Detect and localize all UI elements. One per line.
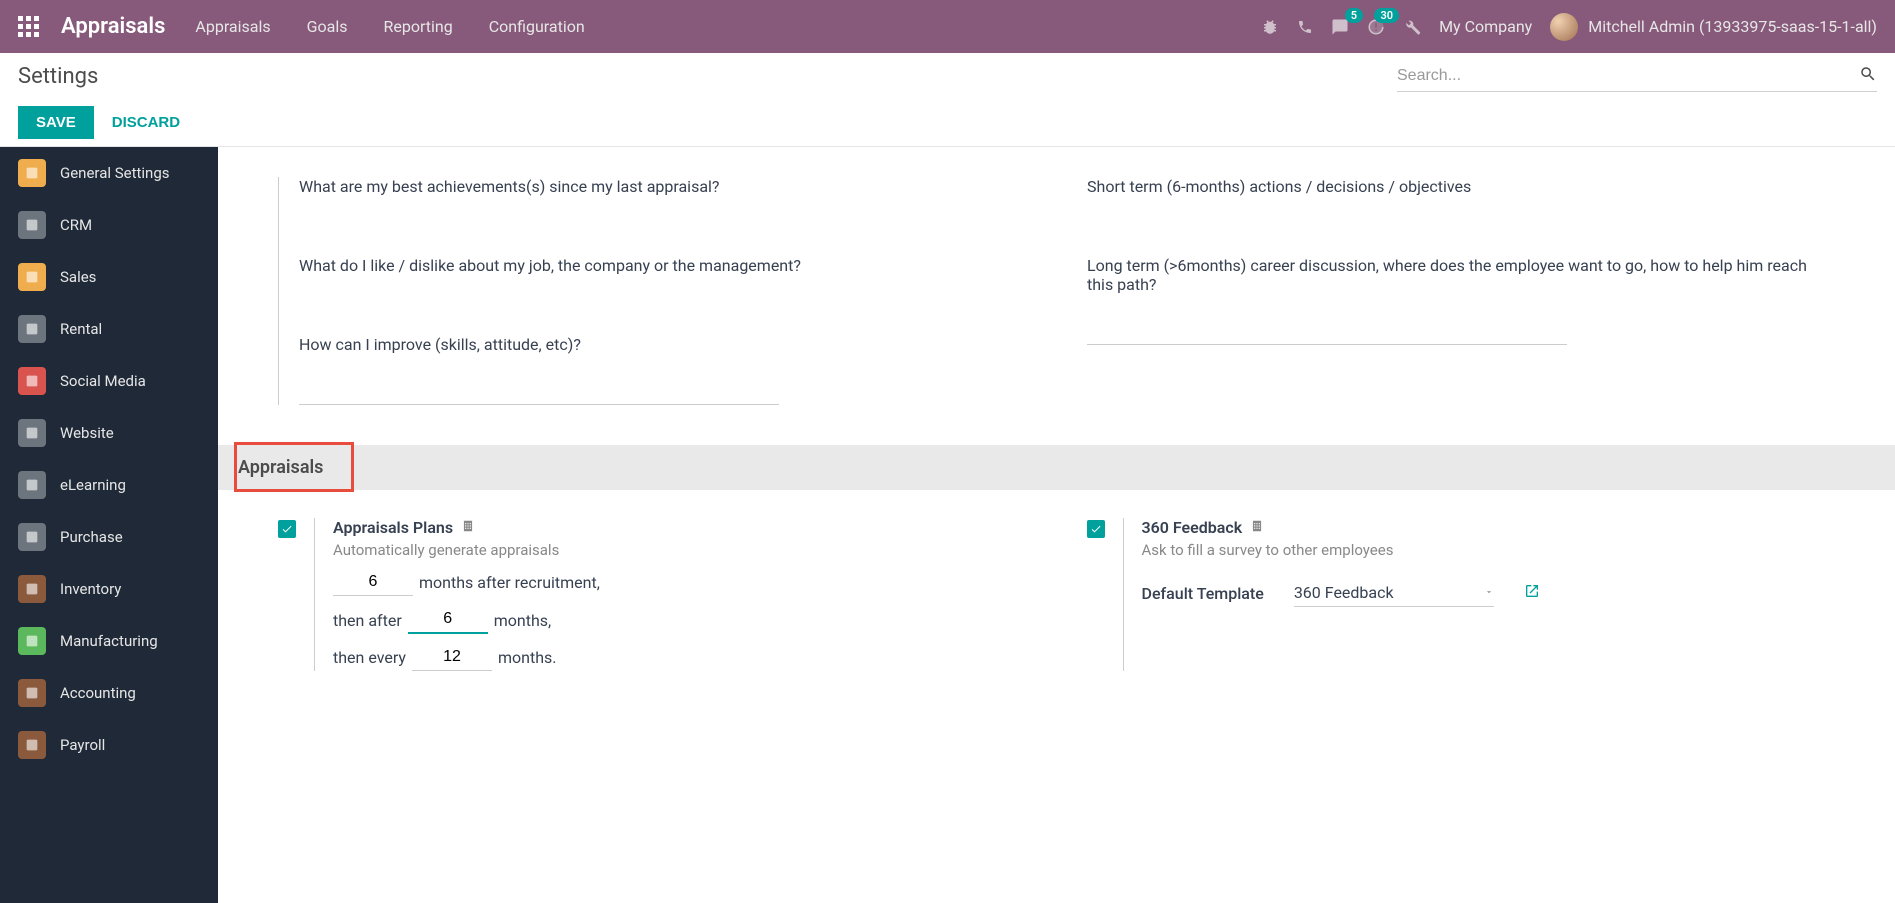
phone-icon[interactable]	[1297, 19, 1313, 35]
sidebar-item-label: Rental	[60, 320, 102, 338]
sidebar-item-general-settings[interactable]: General Settings	[0, 147, 218, 199]
template-label: Default Template	[1142, 584, 1264, 603]
apps-icon[interactable]	[18, 16, 39, 37]
user-name: Mitchell Admin (13933975-saas-15-1-all)	[1588, 17, 1877, 36]
activity-icon[interactable]: 30	[1367, 18, 1385, 36]
question-q1: What are my best achievements(s) since m…	[299, 177, 1047, 196]
sidebar-item-label: eLearning	[60, 476, 126, 494]
bug-icon[interactable]	[1261, 18, 1279, 36]
sidebar-icon	[18, 263, 46, 291]
activity-badge: 30	[1374, 8, 1399, 23]
page-title: Settings	[18, 64, 98, 89]
user-menu[interactable]: Mitchell Admin (13933975-saas-15-1-all)	[1550, 13, 1877, 41]
appraisals-plans-checkbox[interactable]	[278, 520, 296, 538]
brand: Appraisals	[61, 14, 165, 39]
sidebar-item-website[interactable]: Website	[0, 407, 218, 459]
nav-appraisals[interactable]: Appraisals	[195, 17, 270, 36]
sidebar-icon	[18, 679, 46, 707]
sidebar-item-accounting[interactable]: Accounting	[0, 667, 218, 719]
company-name[interactable]: My Company	[1439, 17, 1532, 36]
sidebar-item-elearning[interactable]: eLearning	[0, 459, 218, 511]
sidebar-icon	[18, 159, 46, 187]
tools-icon[interactable]	[1403, 18, 1421, 36]
sidebar-icon	[18, 523, 46, 551]
section-title: Appraisals	[238, 457, 1875, 478]
sidebar-item-label: Manufacturing	[60, 632, 158, 650]
plan-txt1: months after recruitment,	[419, 573, 600, 592]
sidebar-item-label: Payroll	[60, 736, 105, 754]
avatar	[1550, 13, 1578, 41]
sidebar-icon	[18, 627, 46, 655]
feedback-checkbox[interactable]	[1087, 520, 1105, 538]
template-select[interactable]: 360 Feedback	[1294, 579, 1494, 607]
appraisals-plans-title: Appraisals Plans	[333, 518, 453, 537]
discard-button[interactable]: DISCARD	[112, 114, 180, 131]
sidebar-item-label: Accounting	[60, 684, 136, 702]
question-q4: Long term (>6months) career discussion, …	[1087, 256, 1835, 294]
sidebar-item-crm[interactable]: CRM	[0, 199, 218, 251]
plan-num3-input[interactable]	[412, 644, 492, 671]
sidebar-icon	[18, 471, 46, 499]
building-icon	[1250, 518, 1264, 537]
sidebar-item-purchase[interactable]: Purchase	[0, 511, 218, 563]
feedback-desc: Ask to fill a survey to other employees	[1142, 541, 1836, 559]
sidebar-item-label: Sales	[60, 268, 96, 286]
messages-icon[interactable]: 5	[1331, 18, 1349, 36]
template-value: 360 Feedback	[1294, 583, 1476, 602]
appraisals-plans-desc: Automatically generate appraisals	[333, 541, 1027, 559]
sidebar-item-sales[interactable]: Sales	[0, 251, 218, 303]
plan-num2-input[interactable]	[408, 606, 488, 634]
building-icon	[461, 518, 475, 537]
sidebar-item-manufacturing[interactable]: Manufacturing	[0, 615, 218, 667]
question-q3: What do I like / dislike about my job, t…	[299, 256, 1047, 275]
nav-configuration[interactable]: Configuration	[489, 17, 585, 36]
plan-txt2a: then after	[333, 611, 402, 630]
sidebar-icon	[18, 731, 46, 759]
search-icon[interactable]	[1859, 65, 1877, 87]
messages-badge: 5	[1345, 8, 1363, 23]
sidebar-icon	[18, 315, 46, 343]
question-q5: How can I improve (skills, attitude, etc…	[299, 335, 1047, 354]
sidebar-icon	[18, 367, 46, 395]
nav-goals[interactable]: Goals	[307, 17, 348, 36]
sidebar-icon	[18, 575, 46, 603]
plan-num1-input[interactable]	[333, 569, 413, 596]
chevron-down-icon	[1484, 585, 1494, 601]
external-link-icon[interactable]	[1524, 583, 1540, 603]
sidebar-item-inventory[interactable]: Inventory	[0, 563, 218, 615]
sidebar-item-payroll[interactable]: Payroll	[0, 719, 218, 771]
plan-txt2b: months,	[494, 611, 551, 630]
sidebar-item-label: Purchase	[60, 528, 123, 546]
sidebar-icon	[18, 419, 46, 447]
question-q2: Short term (6-months) actions / decision…	[1087, 177, 1835, 196]
sidebar-item-label: CRM	[60, 216, 92, 234]
save-button[interactable]: SAVE	[18, 106, 94, 139]
sidebar-item-label: Inventory	[60, 580, 121, 598]
sidebar-item-label: General Settings	[60, 164, 170, 182]
plan-txt3b: months.	[498, 648, 557, 667]
sidebar-item-rental[interactable]: Rental	[0, 303, 218, 355]
search-input[interactable]	[1397, 61, 1859, 91]
plan-txt3a: then every	[333, 648, 406, 667]
sidebar-item-label: Website	[60, 424, 114, 442]
sidebar-icon	[18, 211, 46, 239]
sidebar-item-social-media[interactable]: Social Media	[0, 355, 218, 407]
feedback-title: 360 Feedback	[1142, 518, 1243, 537]
sidebar-item-label: Social Media	[60, 372, 146, 390]
sidebar: General Settings CRM Sales Rental Social Med…	[0, 147, 218, 903]
nav-reporting[interactable]: Reporting	[384, 17, 453, 36]
